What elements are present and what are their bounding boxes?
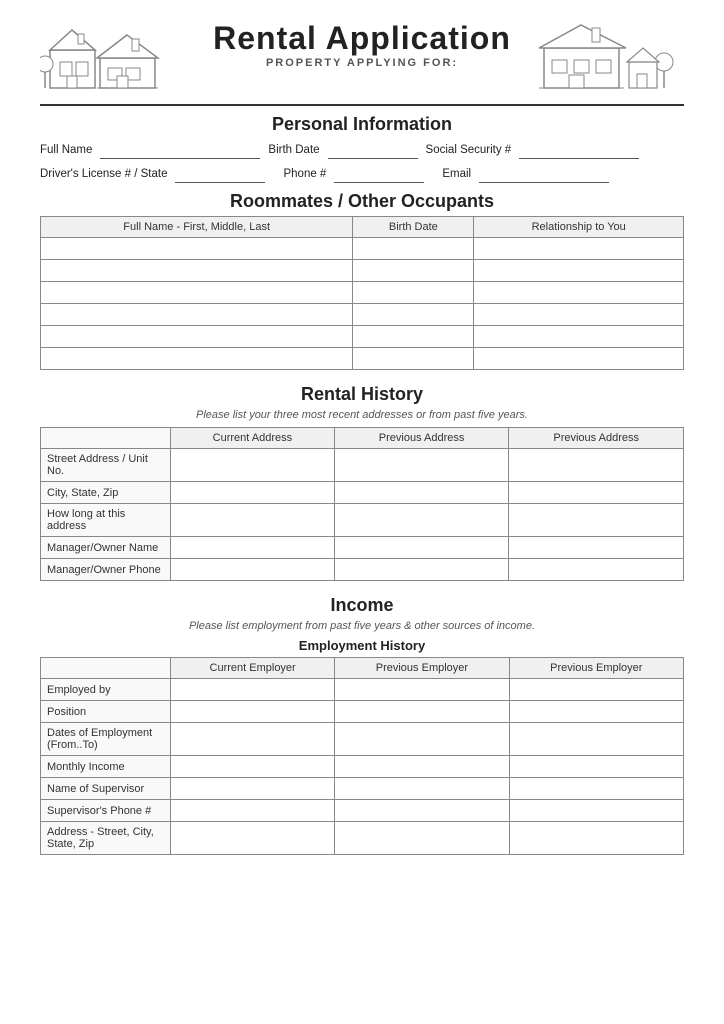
emp-col-prev2: Previous Employer (509, 658, 683, 679)
roommates-col-name: Full Name - First, Middle, Last (41, 217, 353, 238)
header-divider (40, 104, 684, 106)
rental-col-current: Current Address (171, 428, 335, 449)
rental-col-blank (41, 428, 171, 449)
emp-col-current: Current Employer (171, 658, 335, 679)
table-row: Dates of Employment (From..To) (41, 723, 684, 756)
ssn-input[interactable] (519, 141, 639, 159)
table-row: Monthly Income (41, 756, 684, 778)
table-row: Name of Supervisor (41, 778, 684, 800)
emp-row-address-label: Address - Street, City, State, Zip (41, 822, 171, 855)
table-row (41, 326, 684, 348)
rental-history-subtitle: Please list your three most recent addre… (40, 409, 684, 421)
table-row: How long at this address (41, 504, 684, 537)
table-row: Employed by (41, 679, 684, 701)
table-row (41, 282, 684, 304)
rental-row-manager-label: Manager/Owner Name (41, 537, 171, 559)
rental-history-title: Rental History (40, 384, 684, 405)
rental-row-street-label: Street Address / Unit No. (41, 449, 171, 482)
personal-info-section: Full Name Birth Date Social Security # D… (40, 141, 684, 183)
property-subtitle: PROPERTY APPLYING FOR: (213, 57, 511, 69)
emp-row-supervisor-label: Name of Supervisor (41, 778, 171, 800)
table-row: City, State, Zip (41, 482, 684, 504)
rental-col-prev2: Previous Address (509, 428, 684, 449)
roommates-table: Full Name - First, Middle, Last Birth Da… (40, 216, 684, 370)
rental-row-howlong-label: How long at this address (41, 504, 171, 537)
rental-col-prev1: Previous Address (334, 428, 509, 449)
personal-row-2: Driver's License # / State Phone # Email (40, 165, 684, 183)
income-subtitle: Please list employment from past five ye… (40, 620, 684, 632)
email-input[interactable] (479, 165, 609, 183)
full-name-label: Full Name (40, 144, 92, 156)
left-houses-icon (40, 20, 200, 103)
table-row: Manager/Owner Name (41, 537, 684, 559)
personal-row-1: Full Name Birth Date Social Security # (40, 141, 684, 159)
table-row: Street Address / Unit No. (41, 449, 684, 482)
emp-row-dates-label: Dates of Employment (From..To) (41, 723, 171, 756)
birth-date-label: Birth Date (268, 144, 319, 156)
roommates-title: Roommates / Other Occupants (40, 191, 684, 212)
roommates-col-relationship: Relationship to You (474, 217, 684, 238)
emp-row-employed-label: Employed by (41, 679, 171, 701)
emp-row-income-label: Monthly Income (41, 756, 171, 778)
income-title: Income (40, 595, 684, 616)
table-row (41, 348, 684, 370)
table-row: Manager/Owner Phone (41, 559, 684, 581)
full-name-input[interactable] (100, 141, 260, 159)
table-row emp-row-tall: Address - Street, City, State, Zip (41, 822, 684, 855)
employment-history-table: Current Employer Previous Employer Previ… (40, 657, 684, 855)
ssn-label: Social Security # (426, 144, 512, 156)
birth-date-input[interactable] (328, 141, 418, 159)
drivers-license-input[interactable] (175, 165, 265, 183)
employment-history-title: Employment History (40, 638, 684, 653)
phone-label: Phone # (283, 168, 326, 180)
personal-info-title: Personal Information (40, 114, 684, 135)
table-row: Supervisor's Phone # (41, 800, 684, 822)
table-row (41, 238, 684, 260)
drivers-license-label: Driver's License # / State (40, 168, 167, 180)
emp-row-supervisor-phone-label: Supervisor's Phone # (41, 800, 171, 822)
emp-col-prev1: Previous Employer (335, 658, 509, 679)
table-row: Position (41, 701, 684, 723)
roommates-col-birthdate: Birth Date (353, 217, 474, 238)
page-header: Rental Application PROPERTY APPLYING FOR… (40, 20, 684, 100)
emp-col-blank (41, 658, 171, 679)
right-houses-icon (524, 20, 684, 103)
table-row (41, 304, 684, 326)
phone-input[interactable] (334, 165, 424, 183)
email-label: Email (442, 168, 471, 180)
rental-history-table: Current Address Previous Address Previou… (40, 427, 684, 581)
table-row (41, 260, 684, 282)
emp-row-position-label: Position (41, 701, 171, 723)
rental-row-city-label: City, State, Zip (41, 482, 171, 504)
page-title: Rental Application (213, 20, 511, 57)
rental-row-manager-phone-label: Manager/Owner Phone (41, 559, 171, 581)
